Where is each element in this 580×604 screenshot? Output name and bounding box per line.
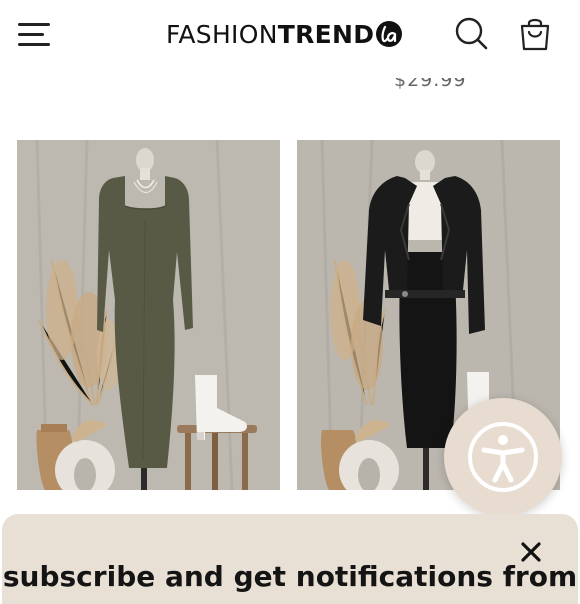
- brand-name-thin: FASHION: [166, 19, 278, 49]
- search-icon[interactable]: [454, 16, 488, 50]
- price-text: $29.99: [394, 78, 467, 91]
- brand-logo[interactable]: FASHIONTREND: [166, 17, 403, 51]
- accessibility-person-icon: [468, 422, 538, 492]
- shopping-bag-icon[interactable]: [518, 16, 552, 52]
- accessibility-button[interactable]: [444, 398, 562, 516]
- hamburger-menu-icon[interactable]: [18, 20, 52, 48]
- product-image-olive-dress[interactable]: [17, 140, 280, 490]
- header: FASHIONTREND: [0, 0, 580, 72]
- previous-product-price: $29.99: [394, 78, 466, 108]
- brand-name: FASHIONTREND: [166, 20, 374, 49]
- subscribe-text: subscribe and get notifications from: [2, 560, 578, 593]
- subscribe-sheet: subscribe and get notifications from: [2, 514, 578, 604]
- brand-name-bold: TREND: [277, 19, 375, 49]
- brand-badge-icon: [376, 21, 403, 47]
